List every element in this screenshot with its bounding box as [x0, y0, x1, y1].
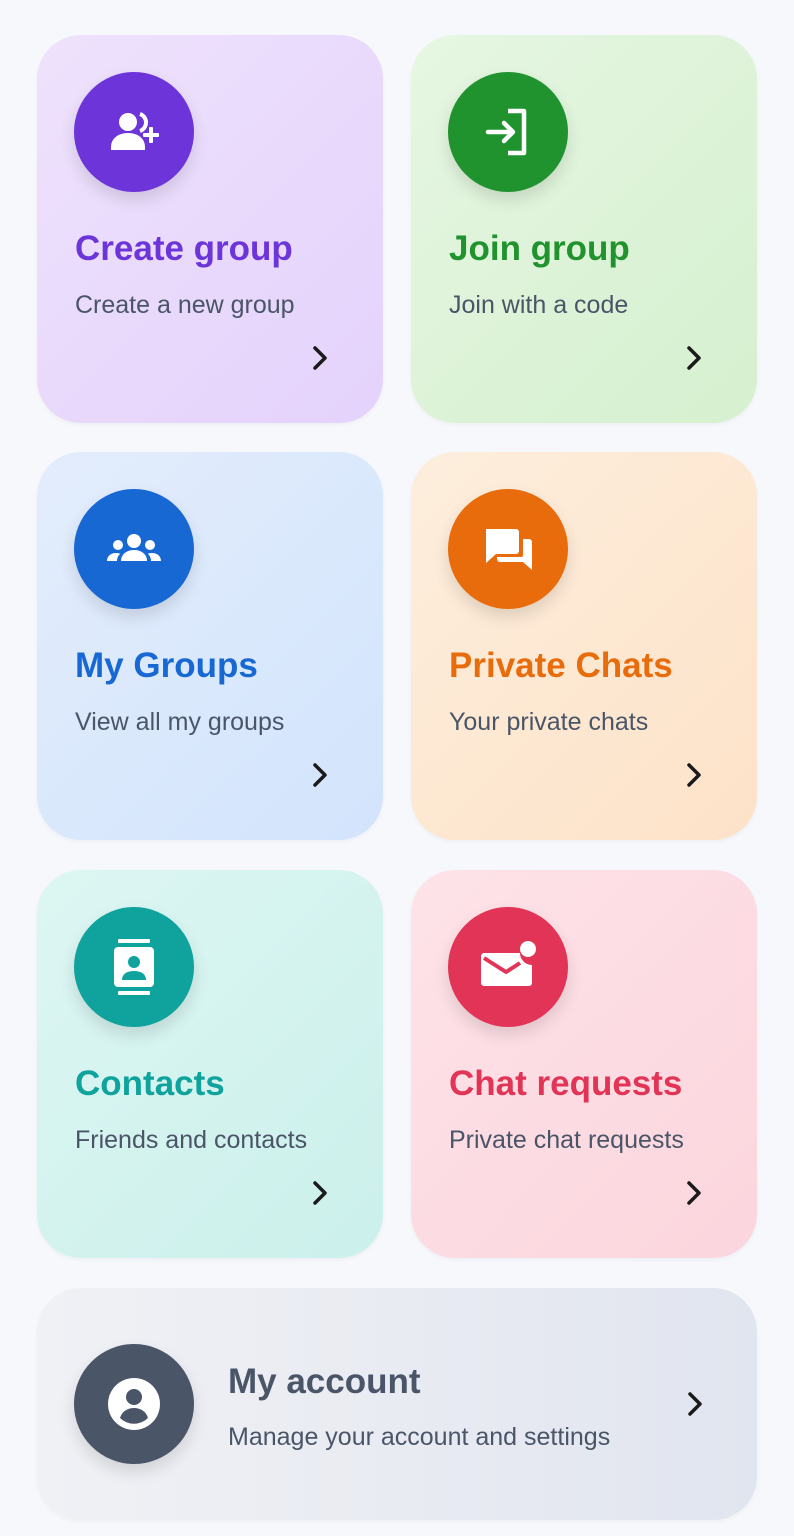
- my-account-card[interactable]: My account Manage your account and setti…: [37, 1288, 757, 1520]
- chevron-right-icon: [305, 1178, 335, 1208]
- card-subtitle: Manage your account and settings: [228, 1423, 611, 1451]
- create-group-card[interactable]: Create group Create a new group: [37, 35, 383, 423]
- card-title: Join group: [449, 229, 630, 268]
- card-title: Contacts: [75, 1064, 225, 1103]
- my-groups-card[interactable]: My Groups View all my groups: [37, 452, 383, 840]
- home-menu: Create group Create a new group Join gro…: [0, 0, 794, 1536]
- chevron-right-icon: [679, 1178, 709, 1208]
- contacts-card[interactable]: Contacts Friends and contacts: [37, 870, 383, 1258]
- chevron-right-icon: [305, 343, 335, 373]
- card-subtitle: View all my groups: [75, 708, 285, 736]
- join-group-card[interactable]: Join group Join with a code: [411, 35, 757, 423]
- login-icon: [448, 72, 568, 192]
- card-title: Chat requests: [449, 1064, 683, 1103]
- groups-icon: [74, 489, 194, 609]
- group-add-icon: [74, 72, 194, 192]
- chevron-right-icon: [305, 760, 335, 790]
- card-subtitle: Friends and contacts: [75, 1126, 308, 1154]
- chevron-right-icon: [679, 760, 709, 790]
- chevron-right-icon: [679, 343, 709, 373]
- private-chats-card[interactable]: Private Chats Your private chats: [411, 452, 757, 840]
- card-title: My account: [228, 1362, 421, 1401]
- card-title: My Groups: [75, 646, 258, 685]
- card-title: Create group: [75, 229, 293, 268]
- chevron-right-icon: [680, 1389, 710, 1419]
- account-circle-icon: [74, 1344, 194, 1464]
- card-subtitle: Your private chats: [449, 708, 649, 736]
- card-title: Private Chats: [449, 646, 673, 685]
- contacts-icon: [74, 907, 194, 1027]
- card-subtitle: Private chat requests: [449, 1126, 684, 1154]
- card-subtitle: Create a new group: [75, 291, 295, 319]
- mail-unread-icon: [448, 907, 568, 1027]
- chat-requests-card[interactable]: Chat requests Private chat requests: [411, 870, 757, 1258]
- chat-bubbles-icon: [448, 489, 568, 609]
- card-subtitle: Join with a code: [449, 291, 629, 319]
